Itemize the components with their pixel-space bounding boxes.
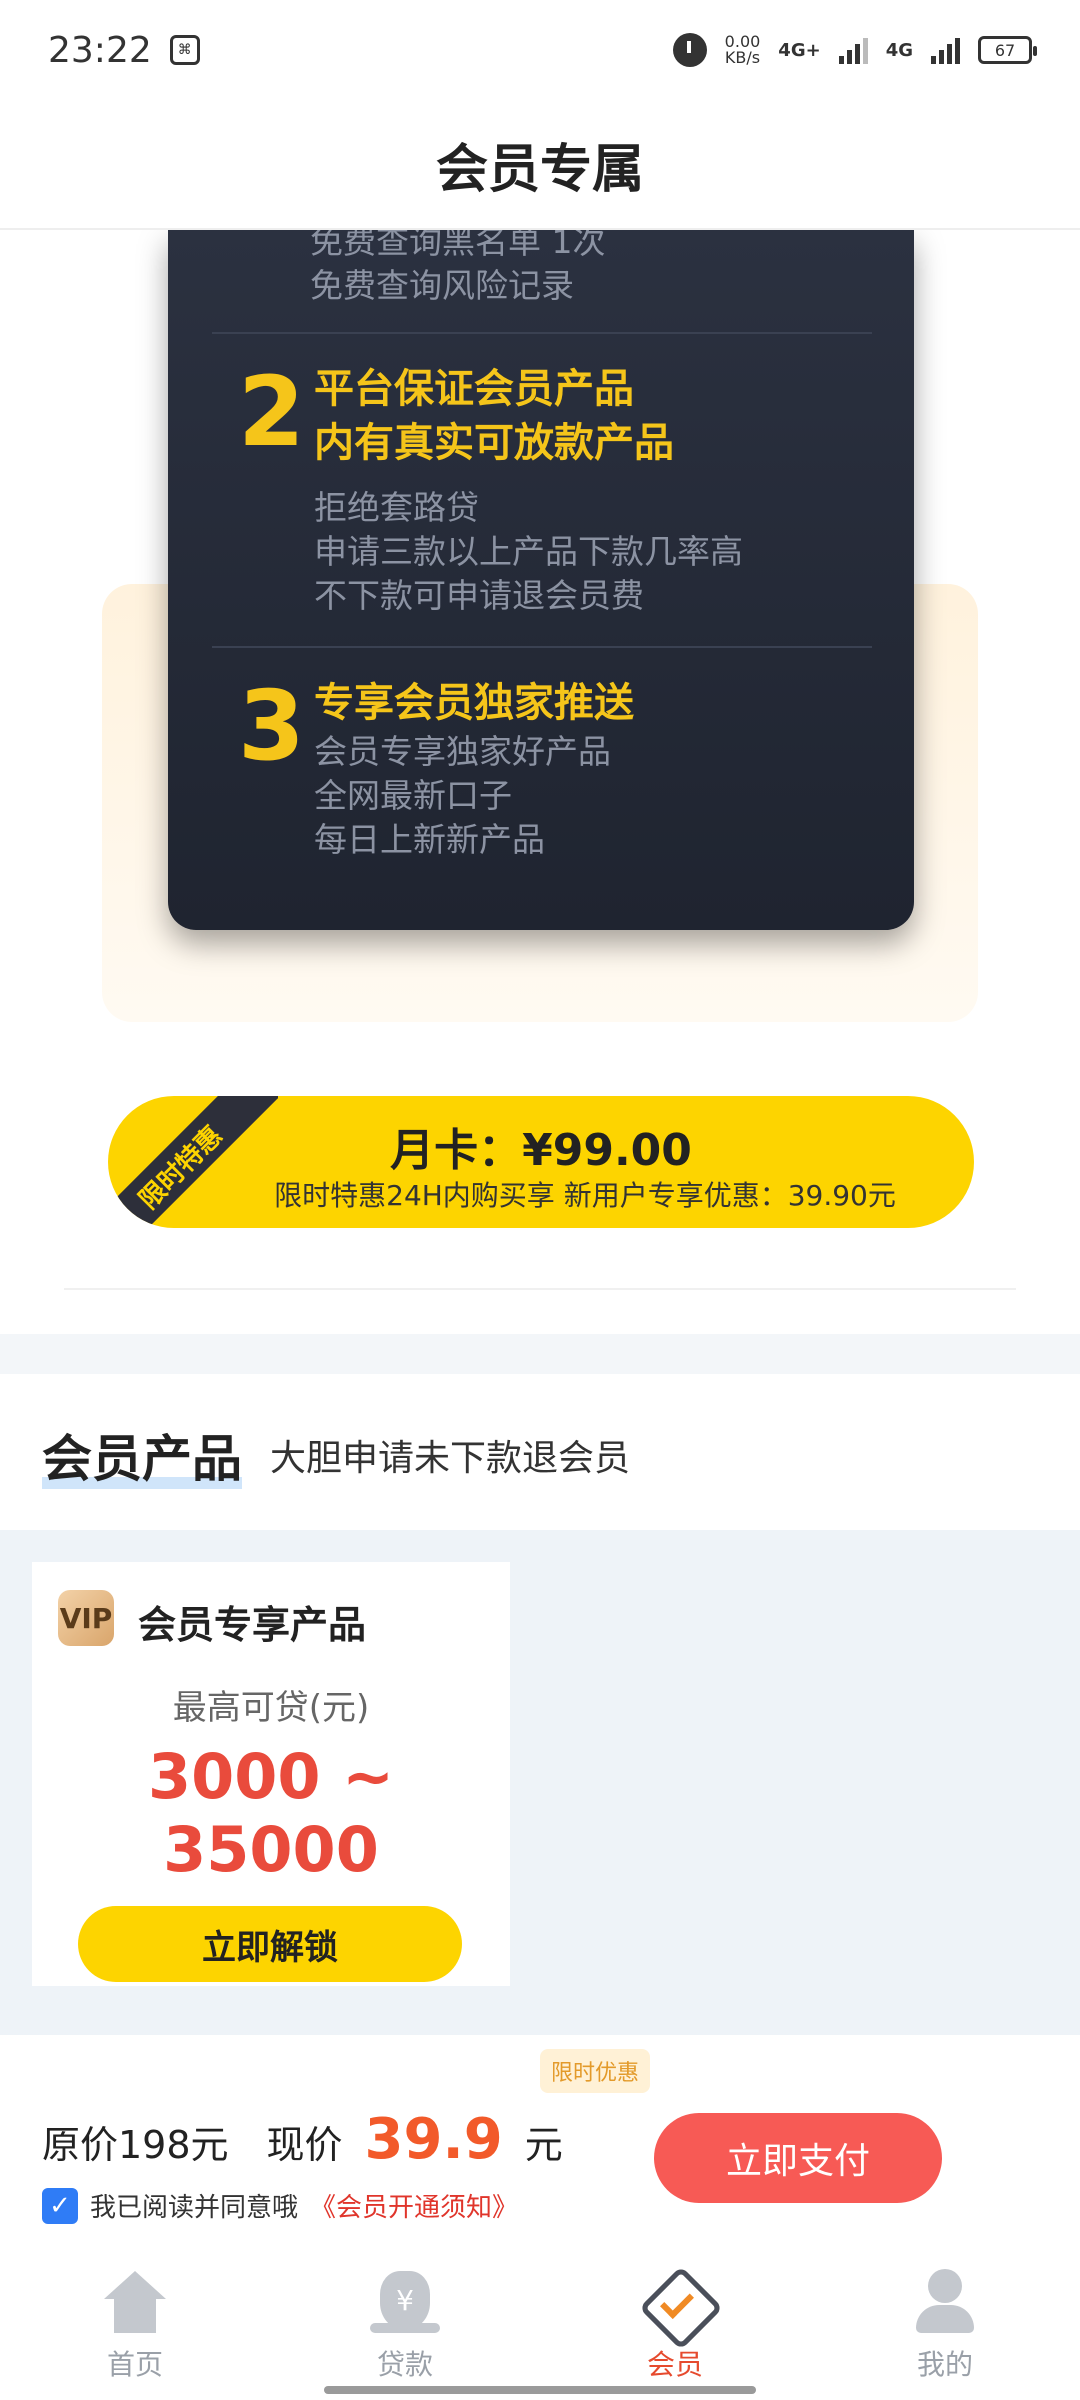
alarm-icon	[672, 33, 707, 67]
loan-bag-icon	[370, 2267, 440, 2337]
nav-item-profile[interactable]: 我的	[845, 2255, 1045, 2400]
benefit-number: 2	[238, 356, 305, 468]
page-title: 会员专属	[435, 139, 644, 200]
app-notification-icon: ⌘	[169, 35, 200, 65]
signal-bars-2-icon	[931, 36, 960, 64]
product-area: VIP 会员专享产品 最高可贷(元) 3000 ~ 35000 立即解锁	[0, 1530, 1080, 2035]
signal-type-2: 4G	[885, 39, 913, 61]
benefit-desc: 全网最新口子	[314, 776, 512, 815]
benefit-desc: 拒绝套路贷	[314, 488, 479, 527]
benefit-number: 3	[238, 670, 305, 782]
agreement-row: ✓ 我已阅读并同意哦 《会员开通须知》	[42, 2187, 518, 2224]
bottom-nav: 首页 贷款 会员 我的	[0, 2255, 1080, 2400]
agree-text: 我已阅读并同意哦	[90, 2193, 299, 2223]
benefit-desc: 不下款可申请退会员费	[314, 576, 644, 615]
benefit-item-3: 3 专享会员独家推送 会员专享独家好产品 全网最新口子 每日上新新产品	[238, 676, 634, 862]
current-price-label: 现价	[266, 2123, 343, 2167]
benefit-body: 专享会员独家推送 会员专享独家好产品 全网最新口子 每日上新新产品	[314, 676, 634, 862]
loan-range: 3000 ~ 35000	[147, 1740, 395, 1886]
status-left: 23:22 ⌘	[48, 30, 200, 71]
vip-diamond-icon	[640, 2267, 710, 2337]
product-name: 会员专享产品	[138, 1603, 367, 1647]
profile-icon	[910, 2267, 980, 2337]
nav-item-home[interactable]: 首页	[35, 2255, 235, 2400]
price-line: 原价198元 现价 39.9 元	[42, 2107, 563, 2172]
benefit-1-line-1: 免费查询黑名单 1次	[310, 230, 606, 261]
status-right: 0.00 KB/s 4G+ 4G 67	[672, 33, 1037, 67]
monthly-card-offer[interactable]: 限时特惠 月卡：¥99.00 限时特惠24H内购买享 新用户专享优惠：39.90…	[108, 1096, 974, 1228]
benefit-card: 免费查询黑名单 1次 免费查询风险记录 2 平台保证会员产品 内有真实可放款产品…	[168, 230, 914, 930]
benefit-item-1-desc: 免费查询黑名单 1次 免费查询风险记录	[310, 230, 606, 308]
monthly-card-price: 月卡：¥99.00	[390, 1125, 692, 1176]
benefit-divider	[212, 646, 872, 648]
net-speed: 0.00 KB/s	[725, 34, 761, 66]
divider-line	[64, 1288, 1016, 1290]
nav-item-loan[interactable]: 贷款	[305, 2255, 505, 2400]
status-bar: 23:22 ⌘ 0.00 KB/s 4G+ 4G 67	[0, 0, 1080, 100]
battery-level: 67	[994, 40, 1016, 60]
limited-badge: 限时优惠	[540, 2049, 650, 2093]
benefit-body: 平台保证会员产品 内有真实可放款产品 拒绝套路贷 申请三款以上产品下款几率高 不…	[314, 362, 743, 618]
benefit-desc: 每日上新新产品	[314, 820, 545, 859]
vip-logo-icon: VIP	[58, 1590, 114, 1646]
nav-label: 贷款	[376, 2348, 433, 2381]
home-indicator[interactable]	[324, 2386, 756, 2394]
benefit-1-line-2: 免费查询风险记录	[310, 266, 574, 305]
benefit-item-2: 2 平台保证会员产品 内有真实可放款产品 拒绝套路贷 申请三款以上产品下款几率高…	[238, 362, 743, 618]
section-header: 会员产品 大胆申请未下款退会员	[42, 1420, 630, 1490]
net-speed-unit: KB/s	[724, 48, 761, 67]
benefit-divider	[212, 332, 872, 334]
terms-link[interactable]: 《会员开通须知》	[310, 2187, 518, 2224]
nav-label: 首页	[106, 2348, 163, 2381]
product-card[interactable]: VIP 会员专享产品 最高可贷(元) 3000 ~ 35000 立即解锁	[32, 1562, 510, 1986]
current-price: 39.9	[364, 2107, 503, 2172]
section-title: 会员产品	[42, 1419, 242, 1491]
price-unit: 元	[524, 2123, 563, 2167]
monthly-card-subtext: 限时特惠24H内购买享 新用户专享优惠：39.90元	[274, 1179, 896, 1212]
section-description: 大胆申请未下款退会员	[270, 1438, 631, 1479]
unlock-button[interactable]: 立即解锁	[78, 1906, 462, 1982]
nav-label: 我的	[916, 2348, 973, 2381]
pay-now-button[interactable]: 立即支付	[654, 2113, 942, 2203]
signal-bars-1-icon	[838, 36, 868, 64]
original-price: 原价198元	[42, 2123, 229, 2167]
payment-area: 限时优惠 原价198元 现价 39.9 元 立即支付 ✓ 我已阅读并同意哦 《会…	[0, 2035, 1080, 2255]
benefit-desc: 会员专享独家好产品	[314, 732, 611, 771]
loan-label: 最高可贷(元)	[172, 1688, 370, 1728]
benefit-desc: 申请三款以上产品下款几率高	[314, 532, 743, 571]
section-separator	[0, 1334, 1080, 1374]
battery-icon: 67	[978, 36, 1037, 64]
nav-item-vip[interactable]: 会员	[575, 2255, 775, 2400]
benefit-heading: 平台保证会员产品	[314, 366, 634, 412]
status-time: 23:22	[48, 29, 152, 71]
nav-label: 会员	[646, 2348, 703, 2381]
page-header: 会员专属	[0, 100, 1080, 230]
agree-checkbox[interactable]: ✓	[42, 2187, 78, 2224]
benefit-heading: 内有真实可放款产品	[314, 420, 674, 466]
benefit-heading: 专享会员独家推送	[314, 680, 634, 726]
signal-type-1: 4G+	[778, 39, 821, 61]
home-icon	[100, 2267, 170, 2337]
